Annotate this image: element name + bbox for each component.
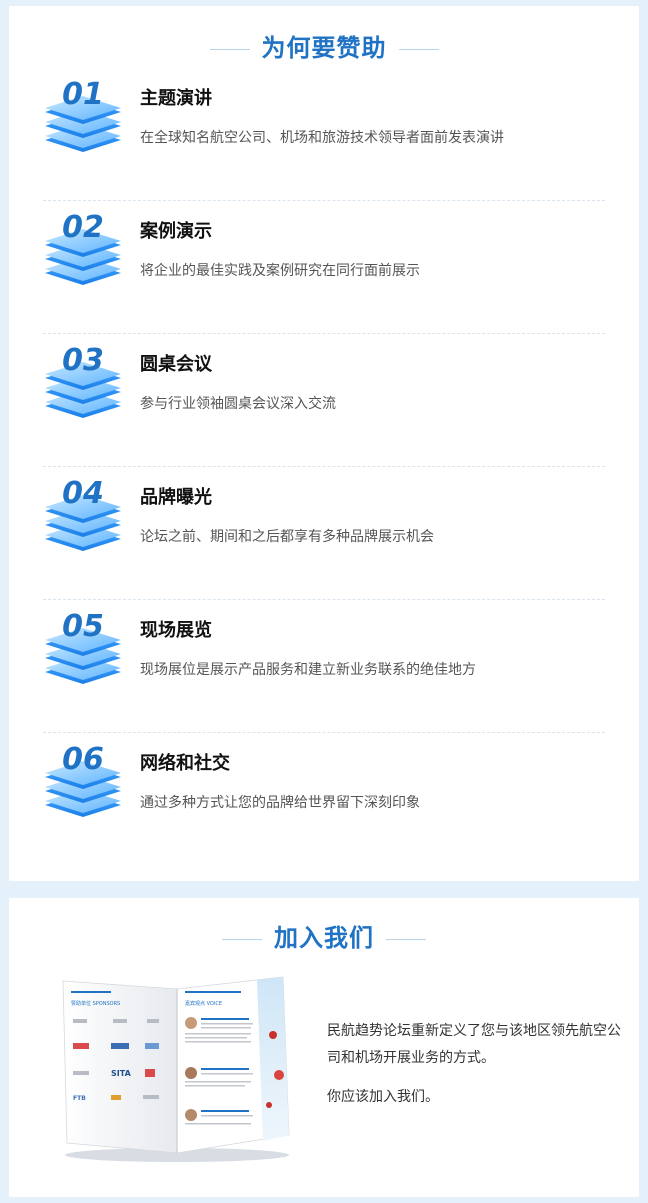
reason-description: 在全球知名航空公司、机场和旅游技术领导者面前发表演讲	[140, 130, 504, 146]
reason-description: 论坛之前、期间和之后都享有多种品牌展示机会	[140, 529, 434, 545]
reason-title: 网络和社交	[140, 753, 230, 774]
reason-number: 01	[62, 77, 104, 112]
reason-title: 案例演示	[140, 221, 212, 242]
why-sponsor-title: 为何要赞助	[9, 28, 639, 63]
brochure-logo-ftb: FTB	[73, 1095, 86, 1102]
reason-description: 参与行业领袖圆桌会议深入交流	[140, 396, 336, 412]
number-02-badge-icon: 02	[45, 210, 121, 285]
join-us-title: 加入我们	[9, 918, 639, 953]
reason-title: 圆桌会议	[140, 354, 212, 375]
reason-title: 主题演讲	[140, 88, 212, 109]
why-sponsor-card: 为何要赞助 01 主题演讲 在全球知名航空公司、机场和旅游技术领导者面前发表演讲…	[9, 6, 639, 881]
number-04-badge-icon: 04	[45, 476, 121, 551]
number-05-badge-icon: 05	[45, 609, 121, 684]
join-us-paragraph-1: 民航趋势论坛重新定义了您与该地区领先航空公司和机场开展业务的方式。	[327, 1023, 621, 1066]
reason-description: 现场展位是展示产品服务和建立新业务联系的绝佳地方	[140, 662, 476, 678]
reason-item: 02 案例演示 将企业的最佳实践及案例研究在同行面前展示	[43, 201, 605, 334]
reason-item: 03 圆桌会议 参与行业领袖圆桌会议深入交流	[43, 334, 605, 467]
reason-description: 将企业的最佳实践及案例研究在同行面前展示	[140, 263, 420, 279]
sponsor-brochure-image: 赞助单位 SPONSORS SITA FTB 嘉宾观点 VOICE	[62, 976, 290, 1162]
title-rule-right	[386, 938, 426, 940]
reason-number: 03	[62, 343, 104, 378]
reason-title: 品牌曝光	[140, 487, 212, 508]
reason-item: 05 现场展览 现场展位是展示产品服务和建立新业务联系的绝佳地方	[43, 600, 605, 733]
reason-number: 06	[62, 742, 104, 777]
brochure-right-heading: 嘉宾观点 VOICE	[185, 1000, 222, 1007]
join-us-title-text: 加入我们	[274, 924, 374, 952]
title-rule-left	[209, 48, 250, 50]
number-01-badge-icon: 01	[45, 77, 121, 152]
title-rule-right	[398, 48, 439, 50]
brochure-left-heading: 赞助单位 SPONSORS	[71, 1000, 120, 1007]
why-sponsor-title-text: 为何要赞助	[261, 34, 387, 62]
reason-number: 04	[62, 476, 104, 511]
title-rule-left	[222, 938, 262, 940]
join-us-text: 民航趋势论坛重新定义了您与该地区领先航空公司和机场开展业务的方式。 你应该加入我…	[327, 1018, 627, 1123]
reason-title: 现场展览	[140, 620, 212, 641]
join-us-paragraph-2: 你应该加入我们。	[327, 1089, 439, 1105]
reason-description: 通过多种方式让您的品牌给世界留下深刻印象	[140, 795, 420, 811]
reason-number: 05	[62, 609, 104, 644]
brochure-logo-sita: SITA	[111, 1069, 132, 1078]
reason-item: 06 网络和社交 通过多种方式让您的品牌给世界留下深刻印象	[43, 733, 605, 866]
reason-item: 01 主题演讲 在全球知名航空公司、机场和旅游技术领导者面前发表演讲	[43, 68, 605, 201]
number-03-badge-icon: 03	[45, 343, 121, 418]
reason-number: 02	[62, 210, 104, 245]
number-06-badge-icon: 06	[45, 742, 121, 817]
join-us-card: 加入我们 赞助单位 SPONSORS SITA FTB 嘉宾观点 VOICE 民…	[9, 898, 639, 1197]
reason-item: 04 品牌曝光 论坛之前、期间和之后都享有多种品牌展示机会	[43, 467, 605, 600]
